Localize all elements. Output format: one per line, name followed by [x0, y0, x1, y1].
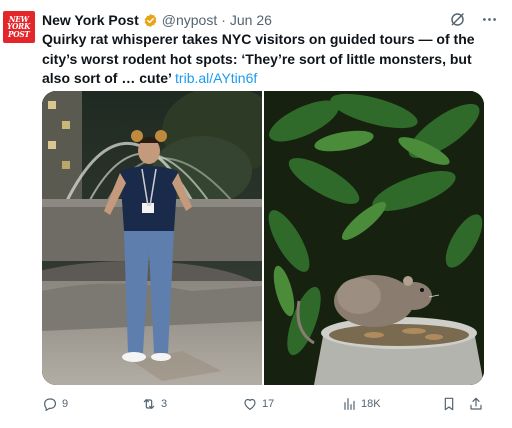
bookmark-icon — [444, 397, 454, 411]
views-button[interactable]: 18K — [341, 396, 381, 412]
photo-woman-fountain[interactable] — [42, 91, 262, 385]
like-count: 17 — [262, 398, 275, 410]
repost-button[interactable]: 3 — [141, 396, 167, 412]
repost-count: 3 — [161, 398, 168, 410]
share-button[interactable] — [468, 396, 484, 412]
like-button[interactable]: 17 — [242, 396, 274, 412]
reply-button[interactable]: 9 — [42, 396, 68, 412]
account-handle[interactable]: @nypost — [162, 12, 217, 28]
tweet-actions: 9 3 17 18K — [42, 396, 492, 416]
tweet-body: Quirky rat whisperer takes NYC visitors … — [42, 30, 500, 89]
repost-icon — [143, 399, 155, 409]
verified-badge-icon — [143, 13, 158, 28]
more-options-icon[interactable] — [480, 10, 498, 28]
views-count: 18K — [361, 398, 381, 410]
reply-icon — [44, 398, 57, 411]
tweet-text: Quirky rat whisperer takes NYC visitors … — [42, 31, 475, 86]
tweet-date[interactable]: Jun 26 — [230, 12, 272, 28]
tweet-header: New York Post @nypost · Jun 26 — [42, 11, 272, 29]
separator-dot: · — [221, 12, 226, 28]
views-chart-icon — [344, 398, 355, 410]
tweet-link[interactable]: trib.al/AYtin6f — [175, 70, 257, 86]
share-icon — [470, 397, 482, 410]
bookmark-button[interactable] — [441, 396, 457, 412]
avatar[interactable]: NEW YORK POST — [3, 11, 35, 43]
heart-icon — [244, 398, 256, 410]
tweet-top-actions — [448, 10, 498, 28]
account-name[interactable]: New York Post — [42, 12, 139, 28]
photo-rat-planter[interactable] — [264, 91, 484, 385]
reply-count: 9 — [62, 398, 69, 410]
tweet-media — [42, 91, 484, 385]
grok-icon[interactable] — [448, 10, 466, 28]
avatar-line-3: POST — [8, 28, 30, 39]
